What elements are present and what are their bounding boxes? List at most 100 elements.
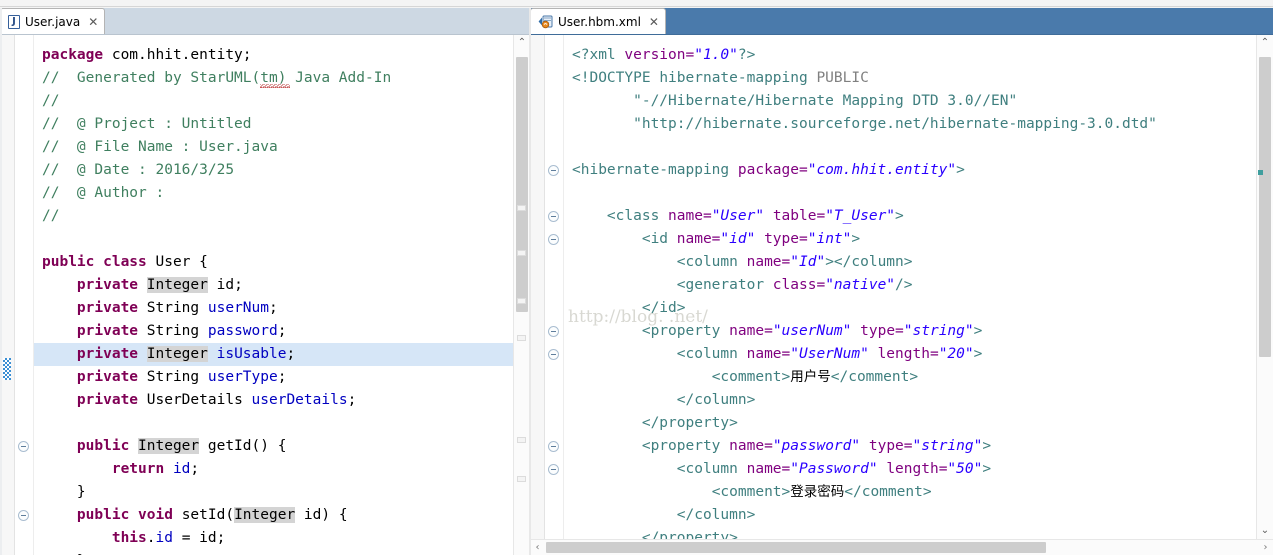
- fold-collapse-icon[interactable]: [548, 326, 559, 337]
- fold-collapse-icon[interactable]: [18, 510, 29, 521]
- code-surface-xml[interactable]: http://blog. .net/ <?xml version="1.0"?>…: [564, 35, 1256, 539]
- horizontal-scrollbar-xml[interactable]: ‹ ›: [530, 539, 1273, 555]
- code-line[interactable]: [34, 228, 513, 251]
- code-line[interactable]: // Generated by StarUML(tm) Java Add-In: [34, 67, 513, 90]
- code-line[interactable]: <!DOCTYPE hibernate-mapping PUBLIC: [564, 67, 1256, 90]
- code-line[interactable]: "-//Hibernate/Hibernate Mapping DTD 3.0/…: [564, 90, 1256, 113]
- overview-marker[interactable]: [1258, 170, 1263, 175]
- code-line[interactable]: </property>: [564, 412, 1256, 435]
- code-line[interactable]: this.id = id;: [34, 527, 513, 550]
- code-line[interactable]: <column name="UserNum" length="20">: [564, 343, 1256, 366]
- code-line[interactable]: [564, 136, 1256, 159]
- code-line[interactable]: private String userNum;: [34, 297, 513, 320]
- code-line[interactable]: "http://hibernate.sourceforge.net/hibern…: [564, 113, 1256, 136]
- vertical-scrollbar-xml[interactable]: ⌃ ⌄: [1256, 35, 1273, 539]
- code-token: // Generated by StarUML(tm) Java Add-In: [42, 70, 392, 86]
- code-line[interactable]: private Integer id;: [34, 274, 513, 297]
- code-token: User {: [155, 254, 208, 270]
- scroll-left-icon[interactable]: ‹: [530, 540, 545, 555]
- code-line[interactable]: }: [34, 481, 513, 504]
- code-line[interactable]: <?xml version="1.0"?>: [564, 44, 1256, 67]
- code-token: "string": [903, 323, 974, 339]
- overview-marker[interactable]: [517, 298, 526, 304]
- code-line[interactable]: }: [34, 550, 513, 555]
- scroll-down-icon[interactable]: ⌄: [1257, 523, 1273, 539]
- fold-collapse-icon[interactable]: [548, 211, 559, 222]
- code-line[interactable]: <property name="userNum" type="string">: [564, 320, 1256, 343]
- code-line[interactable]: private UserDetails userDetails;: [34, 389, 513, 412]
- code-line[interactable]: [34, 412, 513, 435]
- code-line[interactable]: return id;: [34, 458, 513, 481]
- scroll-thumb-horizontal[interactable]: [546, 542, 1046, 553]
- code-line[interactable]: <hibernate-mapping package="com.hhit.ent…: [564, 159, 1256, 182]
- code-line[interactable]: </id>: [564, 297, 1256, 320]
- code-line[interactable]: <comment>登录密码</comment>: [564, 481, 1256, 504]
- code-token: //: [42, 208, 60, 224]
- fold-collapse-icon[interactable]: [18, 441, 29, 452]
- scroll-right-icon[interactable]: ›: [1258, 540, 1273, 555]
- code-surface-java[interactable]: package com.hhit.entity; // Generated by …: [34, 35, 513, 555]
- code-line[interactable]: <comment>用户号</comment>: [564, 366, 1256, 389]
- overview-marker[interactable]: [517, 205, 526, 211]
- vertical-scrollbar-java[interactable]: ⌃: [513, 35, 530, 555]
- folding-ruler-xml: [545, 35, 564, 539]
- code-token: // @ Author :: [42, 185, 173, 201]
- code-line[interactable]: <column name="Id"></column>: [564, 251, 1256, 274]
- fold-collapse-icon[interactable]: [548, 349, 559, 360]
- code-token: <?xml: [572, 47, 625, 63]
- code-line[interactable]: // @ Date : 2016/3/25: [34, 159, 513, 182]
- code-line[interactable]: <property name="password" type="string">: [564, 435, 1256, 458]
- code-line[interactable]: </column>: [564, 389, 1256, 412]
- scroll-thumb[interactable]: [516, 57, 528, 312]
- overview-marker[interactable]: [517, 437, 526, 443]
- fold-collapse-icon[interactable]: [548, 234, 559, 245]
- code-token: name=: [676, 231, 721, 247]
- code-line[interactable]: // @ Project : Untitled: [34, 113, 513, 136]
- code-line[interactable]: private Integer isUsable;: [34, 343, 513, 366]
- code-line[interactable]: <class name="User" table="T_User">: [564, 205, 1256, 228]
- code-line[interactable]: <column name="Password" length="50">: [564, 458, 1256, 481]
- code-token: Integer: [146, 277, 208, 293]
- close-icon[interactable]: ✕: [649, 15, 659, 29]
- code-line[interactable]: <generator class="native"/>: [564, 274, 1256, 297]
- tab-bar-xml: User.hbm.xml ✕: [530, 8, 1273, 34]
- code-line[interactable]: //: [34, 90, 513, 113]
- code-line[interactable]: //: [34, 205, 513, 228]
- overview-marker[interactable]: [517, 335, 526, 341]
- code-line[interactable]: package com.hhit.entity;: [34, 44, 513, 67]
- code-line[interactable]: public Integer getId() {: [34, 435, 513, 458]
- overview-marker[interactable]: [517, 250, 526, 256]
- close-icon[interactable]: ✕: [88, 15, 98, 29]
- code-line[interactable]: public void setId(Integer id) {: [34, 504, 513, 527]
- code-line[interactable]: public class User {: [34, 251, 513, 274]
- fold-collapse-icon[interactable]: [548, 464, 559, 475]
- code-line[interactable]: </column>: [564, 504, 1256, 527]
- code-token: <generator: [676, 277, 773, 293]
- tab-user-java[interactable]: User.java ✕: [0, 8, 106, 34]
- fold-collapse-icon[interactable]: [548, 165, 559, 176]
- editor-body-java: package com.hhit.entity; // Generated by …: [0, 34, 530, 555]
- code-line[interactable]: // @ Author :: [34, 182, 513, 205]
- code-token: private: [76, 369, 147, 385]
- code-line[interactable]: [564, 182, 1256, 205]
- code-token: Integer: [138, 438, 200, 454]
- scroll-thumb[interactable]: [1259, 57, 1271, 357]
- tab-user-hbm-xml[interactable]: User.hbm.xml ✕: [530, 8, 666, 34]
- scroll-up-icon[interactable]: ⌃: [514, 35, 530, 51]
- code-line[interactable]: private String userType;: [34, 366, 513, 389]
- editor-splitter[interactable]: [529, 0, 531, 555]
- code-token: UserDetails: [146, 392, 252, 408]
- overview-marker[interactable]: [517, 476, 526, 482]
- code-line[interactable]: <id name="id" type="int">: [564, 228, 1256, 251]
- code-line[interactable]: </property>: [564, 527, 1256, 539]
- fold-collapse-icon[interactable]: [548, 441, 559, 452]
- code-line[interactable]: // @ File Name : User.java: [34, 136, 513, 159]
- code-token: ?>: [737, 47, 756, 63]
- scroll-up-icon[interactable]: ⌃: [1257, 35, 1273, 51]
- code-line[interactable]: private String password;: [34, 320, 513, 343]
